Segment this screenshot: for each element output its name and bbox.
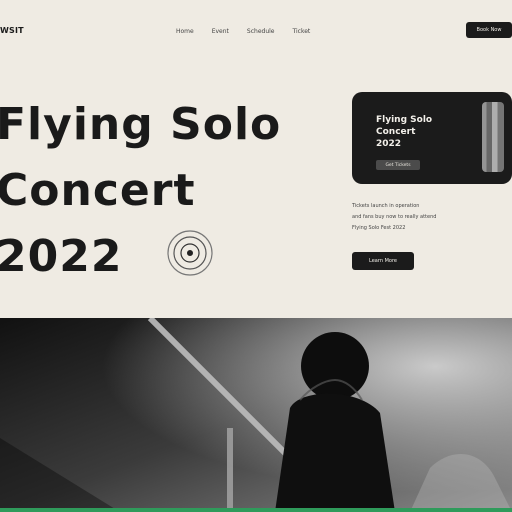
ticket-card[interactable]: Flying Solo Concert 2022 Get Tickets <box>352 92 512 184</box>
get-tickets-label: Get Tickets <box>385 162 411 168</box>
brand-name: WSIT <box>0 26 24 35</box>
nav-item-home[interactable]: Home <box>176 28 194 35</box>
main-nav: Home Event Schedule Ticket <box>176 28 310 35</box>
hero-title: Flying Solo Concert 2022 <box>0 92 316 290</box>
top-navigation: WSIT Home Event Schedule Ticket Book Now <box>0 18 512 44</box>
ticket-title: Flying Solo Concert 2022 <box>376 115 433 149</box>
hero-title-line-2: Concert <box>0 165 196 216</box>
barcode-icon <box>482 102 504 172</box>
book-now-label: Book Now <box>476 27 502 33</box>
learn-more-button[interactable]: Learn More <box>352 252 414 270</box>
hero-title-line-3: 2022 <box>0 231 123 282</box>
description-line-3: Flying Solo Fest 2022 <box>352 225 406 231</box>
get-tickets-button[interactable]: Get Tickets <box>376 160 420 170</box>
nav-item-event[interactable]: Event <box>212 28 229 35</box>
concert-photo <box>0 318 512 512</box>
description-line-1: Tickets launch in operation <box>352 203 420 209</box>
event-description: Tickets launch in operation and fans buy… <box>352 201 502 234</box>
nav-item-schedule[interactable]: Schedule <box>247 28 275 35</box>
book-now-button[interactable]: Book Now <box>466 22 512 38</box>
description-line-2: and fans buy now to really attend <box>352 214 437 220</box>
bottom-accent-bar <box>0 508 512 512</box>
hero-title-line-1: Flying Solo <box>0 99 282 150</box>
vinyl-disc-icon <box>166 229 214 277</box>
learn-more-label: Learn More <box>369 258 397 264</box>
brand-logo[interactable]: WSIT <box>0 26 24 35</box>
nav-item-ticket[interactable]: Ticket <box>293 28 311 35</box>
